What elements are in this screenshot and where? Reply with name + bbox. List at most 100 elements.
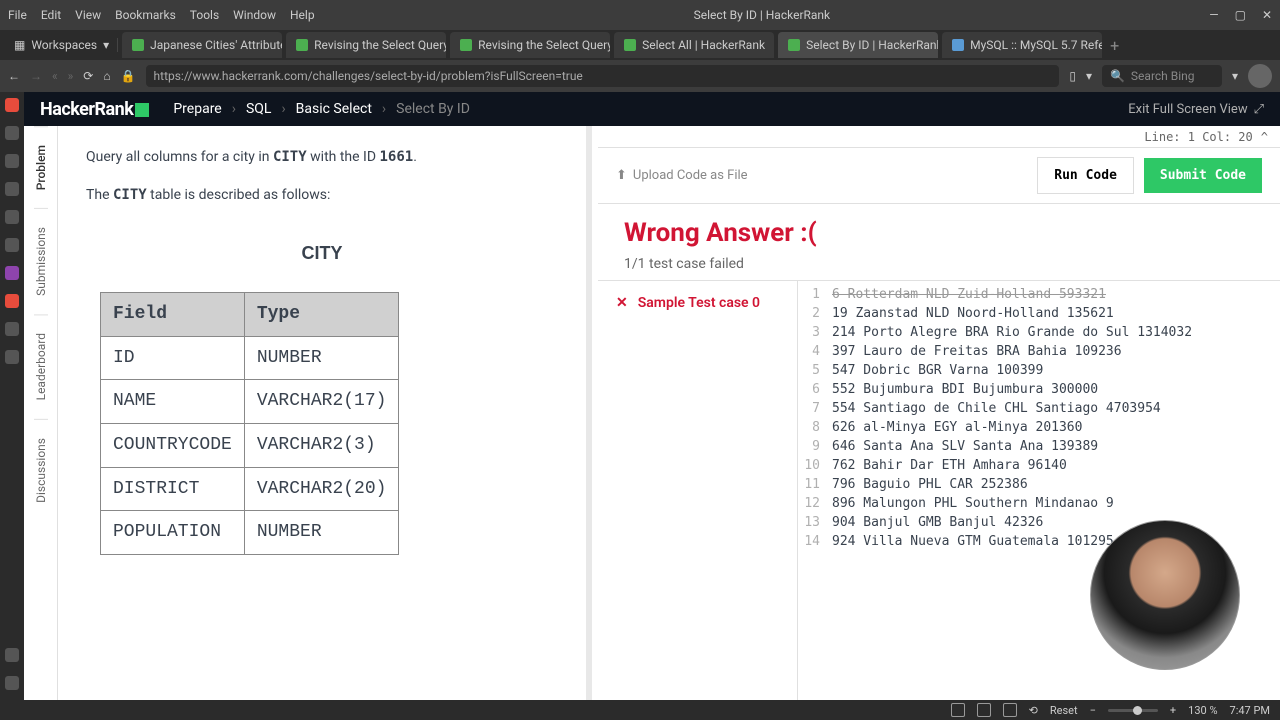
run-code-button[interactable]: Run Code xyxy=(1037,157,1134,194)
tab-mysql-ref[interactable]: MySQL :: MySQL 5.7 Referen xyxy=(942,32,1102,58)
reset-button[interactable]: Reset xyxy=(1050,704,1078,717)
titlebar: File Edit View Bookmarks Tools Window He… xyxy=(0,0,1280,30)
line-text: 397 Lauro de Freitas BRA Bahia 109236 xyxy=(832,344,1122,359)
problem-panel[interactable]: Query all columns for a city in CITY wit… xyxy=(58,126,592,700)
settings-icon[interactable] xyxy=(5,648,19,662)
problem-id: 1661 xyxy=(380,149,414,165)
tab-revising-2[interactable]: Revising the Select Query I xyxy=(450,32,610,58)
rewind-icon[interactable]: « xyxy=(52,69,58,83)
activity-icon[interactable] xyxy=(5,182,19,196)
activity-icon[interactable] xyxy=(5,98,19,112)
tab-discussions[interactable]: Discussions xyxy=(34,419,48,521)
sync-icon[interactable]: ⟲ xyxy=(1029,704,1038,717)
activity-icon[interactable] xyxy=(5,322,19,336)
back-icon[interactable]: ← xyxy=(8,69,20,83)
tab-japanese-cities[interactable]: Japanese Cities' Attributes xyxy=(122,32,282,58)
schema-cell: NAME xyxy=(101,380,245,424)
result-title: Wrong Answer :( xyxy=(624,218,1254,248)
url-bar: ← → « » ⟳ ⌂ 🔒 https://www.hackerrank.com… xyxy=(0,60,1280,92)
vertical-tabs: Problem Submissions Leaderboard Discussi… xyxy=(24,126,58,700)
exit-fullscreen-button[interactable]: Exit Full Screen View ⤢ xyxy=(1128,102,1264,117)
avatar[interactable] xyxy=(1248,64,1272,88)
menu-view[interactable]: View xyxy=(75,8,101,22)
tab-label: Select All | HackerRank xyxy=(642,38,765,52)
line-number: 14 xyxy=(798,534,832,549)
tab-label: Japanese Cities' Attributes xyxy=(150,38,282,52)
output-line: 219 Zaanstad NLD Noord-Holland 135621 xyxy=(798,304,1280,323)
schema-cell: COUNTRYCODE xyxy=(101,423,245,467)
new-tab-button[interactable]: + xyxy=(1110,36,1119,55)
favicon-icon xyxy=(952,39,964,51)
exit-label: Exit Full Screen View xyxy=(1128,102,1247,117)
tab-leaderboard[interactable]: Leaderboard xyxy=(34,314,48,418)
chevron-down-icon[interactable]: ▾ xyxy=(1086,69,1092,83)
result-header: Wrong Answer :( 1/1 test case failed xyxy=(598,204,1280,280)
menu-tools[interactable]: Tools xyxy=(190,8,219,22)
chevron-right-icon: › xyxy=(281,101,285,117)
activity-icon[interactable] xyxy=(5,238,19,252)
line-text: 19 Zaanstad NLD Noord-Holland 135621 xyxy=(832,306,1114,321)
workspaces-button[interactable]: ▦ Workspaces ▾ xyxy=(6,38,118,52)
webcam-overlay xyxy=(1090,520,1240,670)
tab-revising-1[interactable]: Revising the Select Query I xyxy=(286,32,446,58)
zoom-slider[interactable] xyxy=(1108,709,1158,712)
problem-city: CITY xyxy=(113,187,147,203)
window-title: Select By ID | HackerRank xyxy=(315,8,1210,22)
tab-problem[interactable]: Problem xyxy=(34,126,48,208)
zoom-out-icon[interactable]: − xyxy=(1090,704,1096,717)
activity-icon[interactable] xyxy=(5,350,19,364)
zoom-in-icon[interactable]: + xyxy=(1170,704,1176,717)
status-icon[interactable] xyxy=(951,703,965,717)
chevron-up-icon[interactable]: ^ xyxy=(1261,130,1268,144)
tab-select-all[interactable]: Select All | HackerRank xyxy=(614,32,774,58)
problem-text: table is described as follows: xyxy=(147,187,331,203)
chevron-down-icon[interactable]: ▾ xyxy=(1232,69,1238,83)
line-text: 796 Baguio PHL CAR 252386 xyxy=(832,477,1028,492)
menu-window[interactable]: Window xyxy=(233,8,276,22)
forward-icon[interactable]: → xyxy=(30,69,42,83)
maximize-icon[interactable]: ▢ xyxy=(1235,8,1246,22)
x-icon: ✕ xyxy=(616,295,628,311)
menu-edit[interactable]: Edit xyxy=(41,8,61,22)
bookmark-icon[interactable]: ▯ xyxy=(1069,69,1076,83)
line-text: 646 Santa Ana SLV Santa Ana 139389 xyxy=(832,439,1098,454)
home-icon[interactable]: ⌂ xyxy=(103,69,110,83)
download-icon[interactable] xyxy=(5,676,19,690)
activity-icon[interactable] xyxy=(5,294,19,308)
menu-bookmarks[interactable]: Bookmarks xyxy=(115,8,176,22)
line-text: 214 Porto Alegre BRA Rio Grande do Sul 1… xyxy=(832,325,1192,340)
search-input[interactable]: 🔍 Search Bing xyxy=(1102,65,1222,87)
activity-icon[interactable] xyxy=(5,126,19,140)
upload-button[interactable]: ⬆ Upload Code as File xyxy=(616,168,748,183)
line-number: 2 xyxy=(798,306,832,321)
favicon-icon xyxy=(624,39,636,51)
problem-text: The xyxy=(86,187,113,203)
tab-submissions[interactable]: Submissions xyxy=(34,208,48,314)
minimize-icon[interactable]: — xyxy=(1209,8,1218,22)
test-case-item[interactable]: ✕ Sample Test case 0 xyxy=(616,295,779,311)
test-case-label: Sample Test case 0 xyxy=(638,295,760,311)
ff-icon[interactable]: » xyxy=(68,69,74,83)
page-header: HackerRank Prepare › SQL › Basic Select … xyxy=(24,92,1280,126)
line-number: 9 xyxy=(798,439,832,454)
tab-select-by-id[interactable]: Select By ID | HackerRank xyxy=(778,32,938,58)
reload-icon[interactable]: ⟳ xyxy=(83,69,93,83)
output-line: 8626 al-Minya EGY al-Minya 201360 xyxy=(798,418,1280,437)
logo[interactable]: HackerRank xyxy=(40,99,149,120)
submit-code-button[interactable]: Submit Code xyxy=(1144,158,1262,193)
url-input[interactable]: https://www.hackerrank.com/challenges/se… xyxy=(146,65,1060,87)
status-icon[interactable] xyxy=(1003,703,1017,717)
status-icon[interactable] xyxy=(977,703,991,717)
breadcrumb-sql[interactable]: SQL xyxy=(246,101,271,117)
breadcrumb-prepare[interactable]: Prepare xyxy=(173,101,221,117)
close-icon[interactable]: ✕ xyxy=(1262,8,1272,22)
menu-help[interactable]: Help xyxy=(290,8,315,22)
menu-file[interactable]: File xyxy=(8,8,27,22)
line-number: 3 xyxy=(798,325,832,340)
breadcrumb-basic-select[interactable]: Basic Select xyxy=(296,101,372,117)
activity-icon[interactable] xyxy=(5,154,19,168)
schema-cell: NUMBER xyxy=(244,511,399,555)
page-content: HackerRank Prepare › SQL › Basic Select … xyxy=(24,92,1280,700)
activity-icon[interactable] xyxy=(5,266,19,280)
activity-icon[interactable] xyxy=(5,210,19,224)
